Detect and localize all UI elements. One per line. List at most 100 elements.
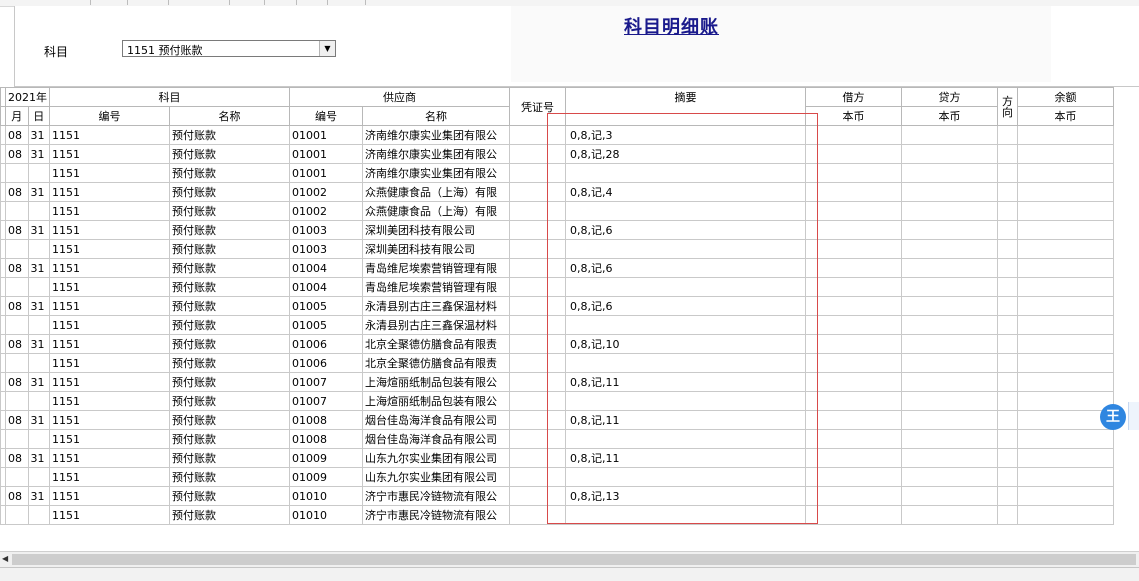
- cell-supplier-code[interactable]: 01009: [289, 467, 363, 487]
- cell-subject-code[interactable]: 1151: [49, 391, 170, 411]
- cell-subject-name[interactable]: 预付账款: [169, 144, 290, 164]
- cell-supplier-code[interactable]: 01005: [289, 296, 363, 316]
- cell-balance[interactable]: [1017, 486, 1114, 506]
- cell-balance[interactable]: [1017, 144, 1114, 164]
- cell-credit[interactable]: [901, 334, 998, 354]
- horizontal-scrollbar[interactable]: ◀: [0, 551, 1139, 567]
- cell-credit[interactable]: [901, 258, 998, 278]
- cell-month[interactable]: 08: [5, 334, 29, 354]
- cell-subject-name[interactable]: 预付账款: [169, 410, 290, 430]
- cell-voucher[interactable]: [509, 372, 566, 392]
- cell-voucher[interactable]: [509, 410, 566, 430]
- cell-day[interactable]: 31: [27, 448, 51, 468]
- cell-direction[interactable]: [997, 201, 1018, 221]
- cell-month[interactable]: [5, 467, 29, 487]
- cell-supplier-name[interactable]: 上海煊丽纸制品包装有限公: [362, 391, 510, 411]
- cell-supplier-code[interactable]: 01006: [289, 353, 363, 373]
- cell-supplier-name[interactable]: 永清县别古庄三鑫保温材料: [362, 315, 510, 335]
- cell-supplier-code[interactable]: 01007: [289, 372, 363, 392]
- cell-month[interactable]: 08: [5, 486, 29, 506]
- table-row[interactable]: 08 31 1151 预付账款 01003 深圳美团科技有限公司 0,8,记,6: [0, 220, 1114, 240]
- cell-day[interactable]: [27, 429, 51, 449]
- cell-debit[interactable]: [805, 239, 902, 259]
- cell-subject-code[interactable]: 1151: [49, 201, 170, 221]
- cell-credit[interactable]: [901, 182, 998, 202]
- cell-supplier-name[interactable]: 深圳美团科技有限公司: [362, 239, 510, 259]
- cell-summary[interactable]: [565, 315, 806, 335]
- cell-balance[interactable]: [1017, 372, 1114, 392]
- subject-select[interactable]: 1151 预付账款 ▼: [122, 40, 336, 57]
- cell-supplier-name[interactable]: 济宁市惠民冷链物流有限公: [362, 505, 510, 525]
- cell-credit[interactable]: [901, 486, 998, 506]
- cell-summary[interactable]: [565, 505, 806, 525]
- cell-voucher[interactable]: [509, 125, 566, 145]
- cell-summary[interactable]: 0,8,记,11: [565, 448, 806, 468]
- cell-debit[interactable]: [805, 125, 902, 145]
- cell-subject-code[interactable]: 1151: [49, 258, 170, 278]
- cell-supplier-name[interactable]: 永清县别古庄三鑫保温材料: [362, 296, 510, 316]
- cell-day[interactable]: [27, 163, 51, 183]
- table-row[interactable]: 08 31 1151 预付账款 01001 济南维尔康实业集团有限公 0,8,记,3: [0, 125, 1114, 145]
- cell-credit[interactable]: [901, 277, 998, 297]
- cell-subject-code[interactable]: 1151: [49, 220, 170, 240]
- cell-summary[interactable]: [565, 201, 806, 221]
- cell-subject-code[interactable]: 1151: [49, 163, 170, 183]
- table-row[interactable]: 1151 预付账款 01005 永清县别古庄三鑫保温材料: [0, 315, 1114, 335]
- cell-direction[interactable]: [997, 182, 1018, 202]
- cell-debit[interactable]: [805, 163, 902, 183]
- cell-day[interactable]: [27, 277, 51, 297]
- cell-supplier-name[interactable]: 众燕健康食品（上海）有限: [362, 201, 510, 221]
- cell-day[interactable]: 31: [27, 296, 51, 316]
- cell-credit[interactable]: [901, 125, 998, 145]
- table-row[interactable]: 08 31 1151 预付账款 01010 济宁市惠民冷链物流有限公 0,8,记,13: [0, 486, 1114, 506]
- cell-summary[interactable]: [565, 277, 806, 297]
- cell-month[interactable]: 08: [5, 296, 29, 316]
- table-row[interactable]: 1151 预付账款 01002 众燕健康食品（上海）有限: [0, 201, 1114, 221]
- cell-month[interactable]: 08: [5, 182, 29, 202]
- cell-debit[interactable]: [805, 486, 902, 506]
- cell-subject-code[interactable]: 1151: [49, 486, 170, 506]
- cell-credit[interactable]: [901, 391, 998, 411]
- cell-balance[interactable]: [1017, 353, 1114, 373]
- table-row[interactable]: 08 31 1151 预付账款 01008 烟台佳岛海洋食品有限公司 0,8,记,11: [0, 410, 1114, 430]
- cell-supplier-code[interactable]: 01008: [289, 410, 363, 430]
- cell-debit[interactable]: [805, 201, 902, 221]
- cell-balance[interactable]: [1017, 296, 1114, 316]
- cell-day[interactable]: 31: [27, 125, 51, 145]
- table-row[interactable]: 08 31 1151 预付账款 01009 山东九尔实业集团有限公司 0,8,记,11: [0, 448, 1114, 468]
- cell-direction[interactable]: [997, 467, 1018, 487]
- cell-subject-name[interactable]: 预付账款: [169, 239, 290, 259]
- cell-subject-name[interactable]: 预付账款: [169, 372, 290, 392]
- cell-supplier-name[interactable]: 山东九尔实业集团有限公司: [362, 467, 510, 487]
- cell-supplier-code[interactable]: 01001: [289, 125, 363, 145]
- cell-debit[interactable]: [805, 334, 902, 354]
- table-row[interactable]: 08 31 1151 预付账款 01004 青岛维尼埃索营销管理有限 0,8,记,6: [0, 258, 1114, 278]
- cell-voucher[interactable]: [509, 353, 566, 373]
- cell-direction[interactable]: [997, 334, 1018, 354]
- cell-month[interactable]: [5, 353, 29, 373]
- cell-balance[interactable]: [1017, 258, 1114, 278]
- table-row[interactable]: 1151 预付账款 01004 青岛维尼埃索营销管理有限: [0, 277, 1114, 297]
- cell-supplier-code[interactable]: 01010: [289, 486, 363, 506]
- scrollbar-thumb[interactable]: [12, 554, 1136, 565]
- cell-balance[interactable]: [1017, 220, 1114, 240]
- cell-credit[interactable]: [901, 353, 998, 373]
- scroll-left-icon[interactable]: ◀: [2, 554, 8, 563]
- cell-debit[interactable]: [805, 144, 902, 164]
- cell-subject-name[interactable]: 预付账款: [169, 467, 290, 487]
- cell-balance[interactable]: [1017, 429, 1114, 449]
- cell-subject-name[interactable]: 预付账款: [169, 486, 290, 506]
- cell-direction[interactable]: [997, 391, 1018, 411]
- cell-month[interactable]: [5, 277, 29, 297]
- cell-debit[interactable]: [805, 315, 902, 335]
- cell-summary[interactable]: 0,8,记,3: [565, 125, 806, 145]
- cell-direction[interactable]: [997, 296, 1018, 316]
- cell-month[interactable]: 08: [5, 410, 29, 430]
- cell-debit[interactable]: [805, 391, 902, 411]
- cell-supplier-code[interactable]: 01003: [289, 239, 363, 259]
- cell-credit[interactable]: [901, 429, 998, 449]
- cell-subject-code[interactable]: 1151: [49, 429, 170, 449]
- table-row[interactable]: 08 31 1151 预付账款 01007 上海煊丽纸制品包装有限公 0,8,记,11: [0, 372, 1114, 392]
- cell-supplier-code[interactable]: 01004: [289, 277, 363, 297]
- cell-supplier-name[interactable]: 山东九尔实业集团有限公司: [362, 448, 510, 468]
